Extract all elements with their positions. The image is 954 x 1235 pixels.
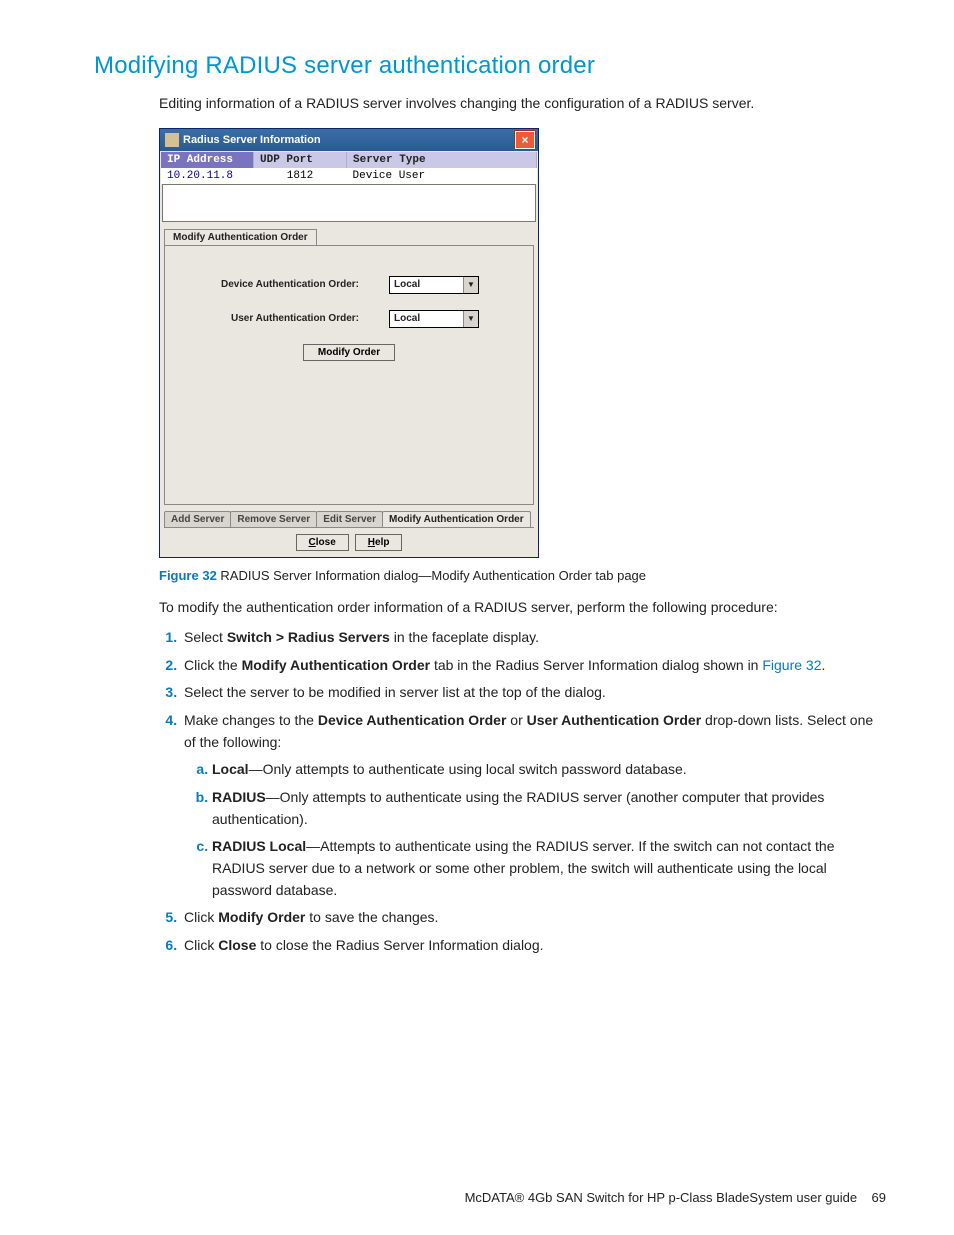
procedure-list: Select Switch > Radius Servers in the fa… — [159, 627, 886, 957]
dialog-titlebar: Radius Server Information × — [160, 129, 538, 151]
page-number: 69 — [872, 1190, 886, 1205]
table-row[interactable]: 10.20.11.8 1812 Device User — [161, 168, 537, 184]
device-auth-label: Device Authentication Order: — [179, 279, 389, 290]
list-item: RADIUS—Only attempts to authenticate usi… — [212, 787, 886, 830]
list-item: Select the server to be modified in serv… — [181, 682, 886, 704]
tab-panel: Device Authentication Order: Local ▼ Use… — [164, 245, 534, 505]
table-empty-area — [162, 184, 536, 222]
device-auth-value: Local — [394, 279, 420, 290]
cell-port: 1812 — [254, 168, 347, 184]
dialog-title: Radius Server Information — [183, 134, 321, 146]
user-auth-select[interactable]: Local ▼ — [389, 310, 479, 328]
col-type[interactable]: Server Type — [347, 152, 537, 168]
tab-remove-server[interactable]: Remove Server — [230, 511, 317, 527]
chevron-down-icon: ▼ — [463, 277, 478, 293]
figure-32: Radius Server Information × IP Address U… — [159, 128, 886, 558]
list-item: Click the Modify Authentication Order ta… — [181, 655, 886, 677]
list-item: Click Close to close the Radius Server I… — [181, 935, 886, 957]
options-sublist: Local—Only attempts to authenticate usin… — [194, 759, 886, 901]
server-table: IP Address UDP Port Server Type 10.20.11… — [161, 152, 537, 184]
page-title: Modifying RADIUS server authentication o… — [94, 52, 886, 80]
figure-caption: Figure 32 RADIUS Server Information dial… — [159, 568, 886, 583]
list-item: RADIUS Local—Attempts to authenticate us… — [212, 836, 886, 901]
modify-order-button[interactable]: Modify Order — [303, 344, 395, 361]
close-button[interactable]: Close — [296, 534, 349, 551]
list-item: Local—Only attempts to authenticate usin… — [212, 759, 886, 781]
intro-text: Editing information of a RADIUS server i… — [159, 94, 886, 114]
tab-edit-server[interactable]: Edit Server — [316, 511, 383, 527]
col-ip[interactable]: IP Address — [161, 152, 254, 168]
user-auth-label: User Authentication Order: — [179, 313, 389, 324]
list-item: Make changes to the Device Authenticatio… — [181, 710, 886, 902]
tab-add-server[interactable]: Add Server — [164, 511, 231, 527]
procedure-lead: To modify the authentication order infor… — [159, 597, 886, 617]
list-item: Select Switch > Radius Servers in the fa… — [181, 627, 886, 649]
chevron-down-icon: ▼ — [463, 311, 478, 327]
tab-modify-auth[interactable]: Modify Authentication Order — [382, 511, 531, 527]
caption-text: RADIUS Server Information dialog—Modify … — [217, 568, 646, 583]
radius-dialog: Radius Server Information × IP Address U… — [159, 128, 539, 558]
user-auth-value: Local — [394, 313, 420, 324]
figure-32-link[interactable]: Figure 32 — [762, 657, 821, 673]
footer-text: McDATA® 4Gb SAN Switch for HP p-Class Bl… — [465, 1190, 858, 1205]
col-port[interactable]: UDP Port — [254, 152, 347, 168]
figure-label: Figure 32 — [159, 568, 217, 583]
help-button[interactable]: Help — [355, 534, 403, 551]
device-auth-select[interactable]: Local ▼ — [389, 276, 479, 294]
close-icon[interactable]: × — [515, 131, 535, 149]
window-icon — [165, 133, 179, 147]
cell-type: Device User — [347, 168, 537, 184]
cell-ip: 10.20.11.8 — [161, 168, 254, 184]
page-footer: McDATA® 4Gb SAN Switch for HP p-Class Bl… — [465, 1190, 886, 1205]
list-item: Click Modify Order to save the changes. — [181, 907, 886, 929]
panel-tab-modify: Modify Authentication Order — [164, 229, 317, 245]
